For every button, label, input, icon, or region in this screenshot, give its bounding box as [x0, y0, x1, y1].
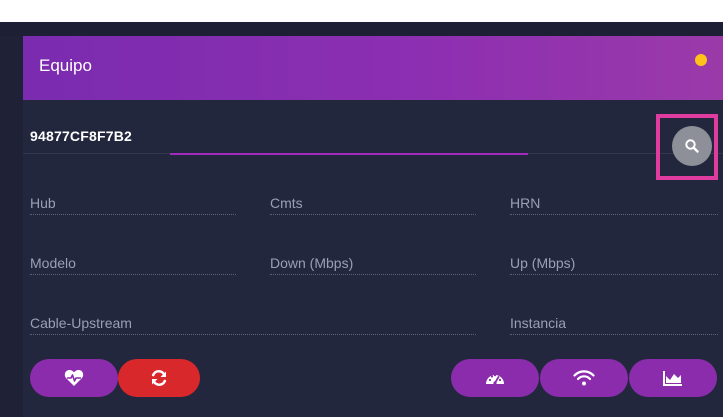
cable-upstream-field[interactable]: Cable-Upstream: [30, 315, 476, 335]
cmts-label: Cmts: [270, 195, 303, 211]
speedometer-icon: [486, 374, 504, 385]
search-button[interactable]: [672, 126, 712, 166]
cmts-field[interactable]: Cmts: [270, 195, 476, 215]
area-chart-button[interactable]: [629, 359, 717, 397]
hub-label: Hub: [30, 195, 56, 211]
sync-icon: [151, 369, 167, 387]
wifi-button[interactable]: [540, 359, 628, 397]
modelo-field[interactable]: Modelo: [30, 255, 236, 275]
down-field[interactable]: Down (Mbps): [270, 255, 476, 275]
down-label: Down (Mbps): [270, 255, 354, 271]
up-label: Up (Mbps): [510, 255, 576, 271]
refresh-button[interactable]: [118, 359, 200, 397]
device-id-focus-line: [170, 153, 528, 155]
header-title: Equipo: [39, 56, 92, 75]
health-button[interactable]: [30, 359, 118, 397]
status-dot: [695, 54, 707, 66]
modelo-label: Modelo: [30, 255, 76, 271]
area-chart-icon: [663, 371, 682, 386]
wifi-icon: [573, 370, 595, 386]
device-id-input[interactable]: 94877CF8F7B2: [30, 128, 132, 144]
search-icon: [685, 139, 699, 153]
hrn-label: HRN: [510, 195, 541, 211]
equipo-header: Equipo: [23, 36, 723, 100]
instancia-field[interactable]: Instancia: [510, 315, 718, 335]
instancia-label: Instancia: [510, 315, 567, 331]
top-white-strip: [0, 0, 723, 22]
hrn-field[interactable]: HRN: [510, 195, 718, 215]
top-bar: [0, 22, 723, 36]
hub-field[interactable]: Hub: [30, 195, 236, 215]
heart-pulse-icon: [64, 369, 84, 386]
cable-upstream-label: Cable-Upstream: [30, 315, 132, 331]
speedometer-button[interactable]: [451, 359, 539, 397]
up-field[interactable]: Up (Mbps): [510, 255, 718, 275]
